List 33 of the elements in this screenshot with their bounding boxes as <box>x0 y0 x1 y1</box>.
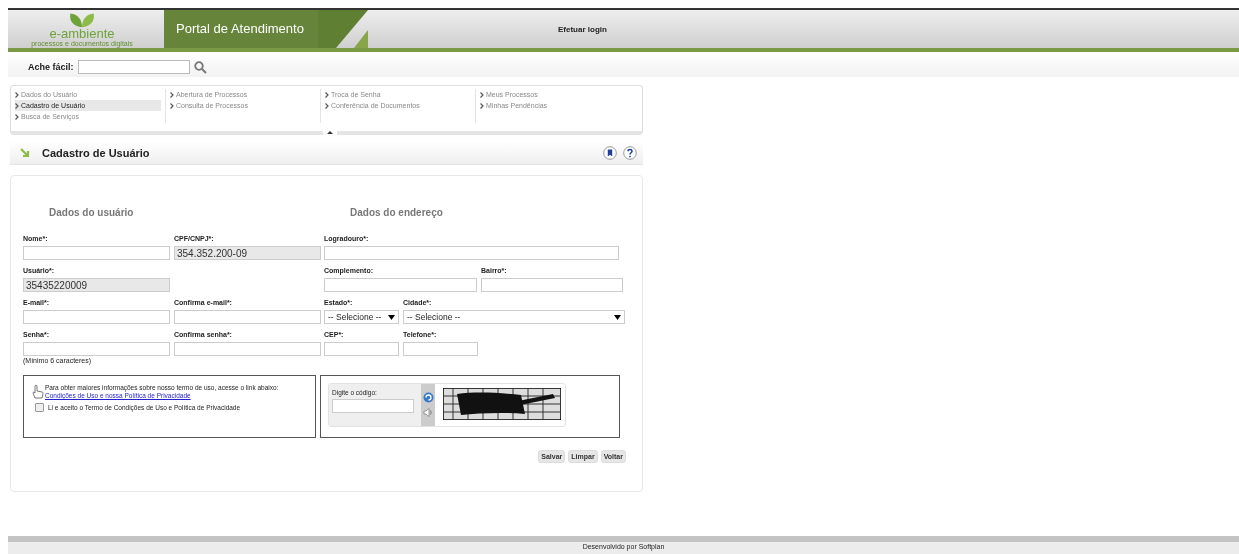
section-heading: Dados do usuário <box>48 207 135 220</box>
login-link[interactable]: Efetuar login <box>558 24 607 34</box>
input-field[interactable] <box>324 246 619 260</box>
hand-pointer-icon <box>32 384 44 400</box>
search-label: Ache fácil: <box>28 62 74 72</box>
logo-text: e-ambiente <box>49 27 115 40</box>
refresh-icon[interactable] <box>422 392 434 403</box>
select-dropdown[interactable]: -- Selecione -- <box>403 310 625 324</box>
help-icon[interactable] <box>623 145 637 160</box>
input-field[interactable] <box>23 246 170 260</box>
stripe-decoration <box>318 10 368 48</box>
input-field[interactable] <box>324 342 399 356</box>
input-field[interactable] <box>23 342 170 356</box>
input-field[interactable] <box>481 278 623 292</box>
arrow-icon <box>20 147 30 158</box>
caret-icon <box>388 314 395 320</box>
select-dropdown[interactable]: -- Selecione -- <box>324 310 399 324</box>
captcha-field[interactable] <box>332 399 414 413</box>
bookmark-icon[interactable] <box>603 145 617 160</box>
input-field[interactable] <box>23 310 170 324</box>
input-field[interactable] <box>324 278 477 292</box>
input-field[interactable] <box>403 342 478 356</box>
portal-title: Portal de Atendimento <box>164 10 318 48</box>
speaker-icon[interactable] <box>422 407 434 418</box>
section-heading: Dados do endereço <box>349 207 444 220</box>
search-field[interactable] <box>77 60 190 74</box>
accept-checkbox[interactable] <box>35 403 44 412</box>
input-field[interactable] <box>174 342 321 356</box>
search-icon[interactable] <box>193 60 207 74</box>
caret-icon <box>614 314 621 320</box>
input-field[interactable] <box>174 310 321 324</box>
page-title: Cadastro de Usuário <box>42 146 150 159</box>
leaf-logo-icon <box>67 11 97 28</box>
